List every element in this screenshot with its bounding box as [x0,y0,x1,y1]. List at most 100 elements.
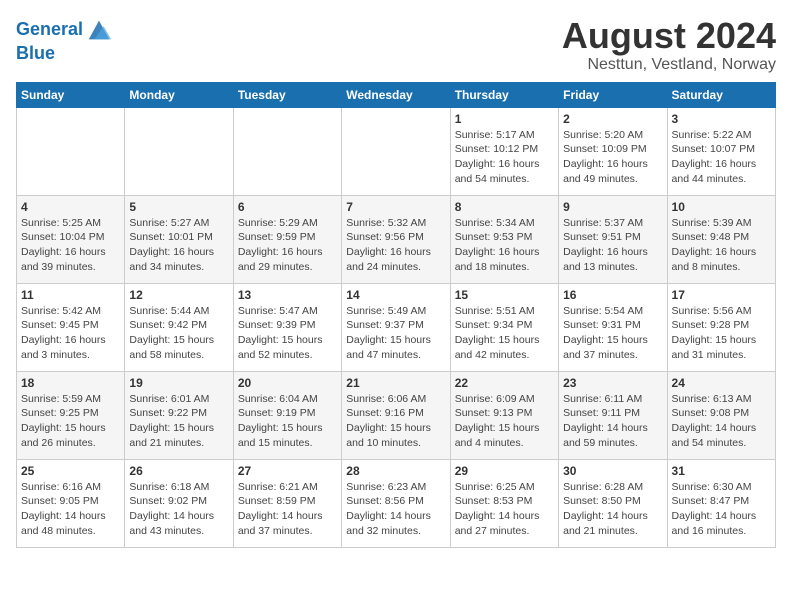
day-number: 5 [129,200,228,214]
day-cell: 15 Sunrise: 5:51 AM Sunset: 9:34 PM Dayli… [450,283,558,371]
col-header-friday: Friday [559,82,667,107]
day-cell: 3 Sunrise: 5:22 AM Sunset: 10:07 PM Dayli… [667,107,775,195]
day-number: 27 [238,464,337,478]
day-info: Sunrise: 6:09 AM Sunset: 9:13 PM Dayligh… [455,392,554,451]
header-row: SundayMondayTuesdayWednesdayThursdayFrid… [17,82,776,107]
day-cell [233,107,341,195]
day-cell: 13 Sunrise: 5:47 AM Sunset: 9:39 PM Dayli… [233,283,341,371]
day-number: 19 [129,376,228,390]
day-cell: 21Sunrise: 6:06 AM Sunset: 9:16 PM Dayli… [342,371,450,459]
day-cell: 4Sunrise: 5:25 AM Sunset: 10:04 PM Dayli… [17,195,125,283]
day-info: Sunrise: 6:04 AM Sunset: 9:19 PM Dayligh… [238,392,337,451]
page-header: General Blue August 2024 Nesttun, Vestla… [16,16,776,74]
day-number: 29 [455,464,554,478]
day-info: Sunrise: 5:37 AM Sunset: 9:51 PM Dayligh… [563,216,662,275]
day-info: Sunrise: 5:22 AM Sunset: 10:07 PM Daylig… [672,128,771,187]
day-number: 28 [346,464,445,478]
day-number: 7 [346,200,445,214]
day-number: 18 [21,376,120,390]
day-info: Sunrise: 6:11 AM Sunset: 9:11 PM Dayligh… [563,392,662,451]
day-cell: 23Sunrise: 6:11 AM Sunset: 9:11 PM Dayli… [559,371,667,459]
day-number: 25 [21,464,120,478]
day-info: Sunrise: 6:16 AM Sunset: 9:05 PM Dayligh… [21,480,120,539]
day-cell: 19 Sunrise: 6:01 AM Sunset: 9:22 PM Dayli… [125,371,233,459]
day-number: 3 [672,112,771,126]
day-number: 14 [346,288,445,302]
logo-icon [85,16,113,44]
day-cell: 12 Sunrise: 5:44 AM Sunset: 9:42 PM Dayli… [125,283,233,371]
col-header-monday: Monday [125,82,233,107]
day-info: Sunrise: 5:39 AM Sunset: 9:48 PM Dayligh… [672,216,771,275]
week-row-1: 1Sunrise: 5:17 AM Sunset: 10:12 PM Dayli… [17,107,776,195]
col-header-saturday: Saturday [667,82,775,107]
day-cell: 6 Sunrise: 5:29 AM Sunset: 9:59 PM Daylig… [233,195,341,283]
week-row-2: 4Sunrise: 5:25 AM Sunset: 10:04 PM Dayli… [17,195,776,283]
day-cell: 5Sunrise: 5:27 AM Sunset: 10:01 PM Dayli… [125,195,233,283]
logo-blue-text: Blue [16,44,113,64]
day-cell: 7 Sunrise: 5:32 AM Sunset: 9:56 PM Daylig… [342,195,450,283]
main-title: August 2024 [562,16,776,56]
logo-text: General [16,20,83,40]
day-number: 2 [563,112,662,126]
day-info: Sunrise: 5:47 AM Sunset: 9:39 PM Dayligh… [238,304,337,363]
subtitle: Nesttun, Vestland, Norway [562,56,776,74]
day-info: Sunrise: 5:34 AM Sunset: 9:53 PM Dayligh… [455,216,554,275]
day-info: Sunrise: 5:44 AM Sunset: 9:42 PM Dayligh… [129,304,228,363]
day-cell: 20 Sunrise: 6:04 AM Sunset: 9:19 PM Dayli… [233,371,341,459]
day-cell: 28Sunrise: 6:23 AM Sunset: 8:56 PM Dayli… [342,459,450,547]
day-info: Sunrise: 5:49 AM Sunset: 9:37 PM Dayligh… [346,304,445,363]
day-number: 24 [672,376,771,390]
day-number: 6 [238,200,337,214]
day-number: 20 [238,376,337,390]
day-number: 10 [672,200,771,214]
day-number: 1 [455,112,554,126]
day-number: 30 [563,464,662,478]
col-header-tuesday: Tuesday [233,82,341,107]
week-row-5: 25 Sunrise: 6:16 AM Sunset: 9:05 PM Dayli… [17,459,776,547]
week-row-3: 11 Sunrise: 5:42 AM Sunset: 9:45 PM Dayli… [17,283,776,371]
day-info: Sunrise: 5:54 AM Sunset: 9:31 PM Dayligh… [563,304,662,363]
day-info: Sunrise: 6:25 AM Sunset: 8:53 PM Dayligh… [455,480,554,539]
day-cell: 24 Sunrise: 6:13 AM Sunset: 9:08 PM Dayli… [667,371,775,459]
col-header-wednesday: Wednesday [342,82,450,107]
day-info: Sunrise: 5:29 AM Sunset: 9:59 PM Dayligh… [238,216,337,275]
day-cell: 22 Sunrise: 6:09 AM Sunset: 9:13 PM Dayli… [450,371,558,459]
day-info: Sunrise: 6:28 AM Sunset: 8:50 PM Dayligh… [563,480,662,539]
day-cell: 2 Sunrise: 5:20 AM Sunset: 10:09 PM Dayli… [559,107,667,195]
day-info: Sunrise: 6:18 AM Sunset: 9:02 PM Dayligh… [129,480,228,539]
day-cell: 27Sunrise: 6:21 AM Sunset: 8:59 PM Dayli… [233,459,341,547]
day-info: Sunrise: 5:59 AM Sunset: 9:25 PM Dayligh… [21,392,120,451]
day-number: 11 [21,288,120,302]
col-header-thursday: Thursday [450,82,558,107]
day-cell: 11 Sunrise: 5:42 AM Sunset: 9:45 PM Dayli… [17,283,125,371]
day-info: Sunrise: 5:20 AM Sunset: 10:09 PM Daylig… [563,128,662,187]
day-cell: 25 Sunrise: 6:16 AM Sunset: 9:05 PM Dayli… [17,459,125,547]
day-number: 12 [129,288,228,302]
day-info: Sunrise: 5:32 AM Sunset: 9:56 PM Dayligh… [346,216,445,275]
day-number: 17 [672,288,771,302]
day-number: 15 [455,288,554,302]
day-cell [17,107,125,195]
day-number: 21 [346,376,445,390]
day-cell: 9 Sunrise: 5:37 AM Sunset: 9:51 PM Daylig… [559,195,667,283]
day-info: Sunrise: 5:42 AM Sunset: 9:45 PM Dayligh… [21,304,120,363]
day-cell: 14 Sunrise: 5:49 AM Sunset: 9:37 PM Dayli… [342,283,450,371]
day-cell [125,107,233,195]
day-cell: 1Sunrise: 5:17 AM Sunset: 10:12 PM Dayli… [450,107,558,195]
logo: General Blue [16,16,113,64]
calendar-table: SundayMondayTuesdayWednesdayThursdayFrid… [16,82,776,548]
day-number: 9 [563,200,662,214]
day-cell: 16Sunrise: 5:54 AM Sunset: 9:31 PM Dayli… [559,283,667,371]
day-info: Sunrise: 5:56 AM Sunset: 9:28 PM Dayligh… [672,304,771,363]
day-info: Sunrise: 6:01 AM Sunset: 9:22 PM Dayligh… [129,392,228,451]
day-info: Sunrise: 5:25 AM Sunset: 10:04 PM Daylig… [21,216,120,275]
day-info: Sunrise: 5:51 AM Sunset: 9:34 PM Dayligh… [455,304,554,363]
day-cell: 8Sunrise: 5:34 AM Sunset: 9:53 PM Daylig… [450,195,558,283]
day-info: Sunrise: 6:13 AM Sunset: 9:08 PM Dayligh… [672,392,771,451]
day-number: 22 [455,376,554,390]
week-row-4: 18 Sunrise: 5:59 AM Sunset: 9:25 PM Dayli… [17,371,776,459]
day-info: Sunrise: 6:30 AM Sunset: 8:47 PM Dayligh… [672,480,771,539]
day-number: 31 [672,464,771,478]
day-number: 13 [238,288,337,302]
col-header-sunday: Sunday [17,82,125,107]
